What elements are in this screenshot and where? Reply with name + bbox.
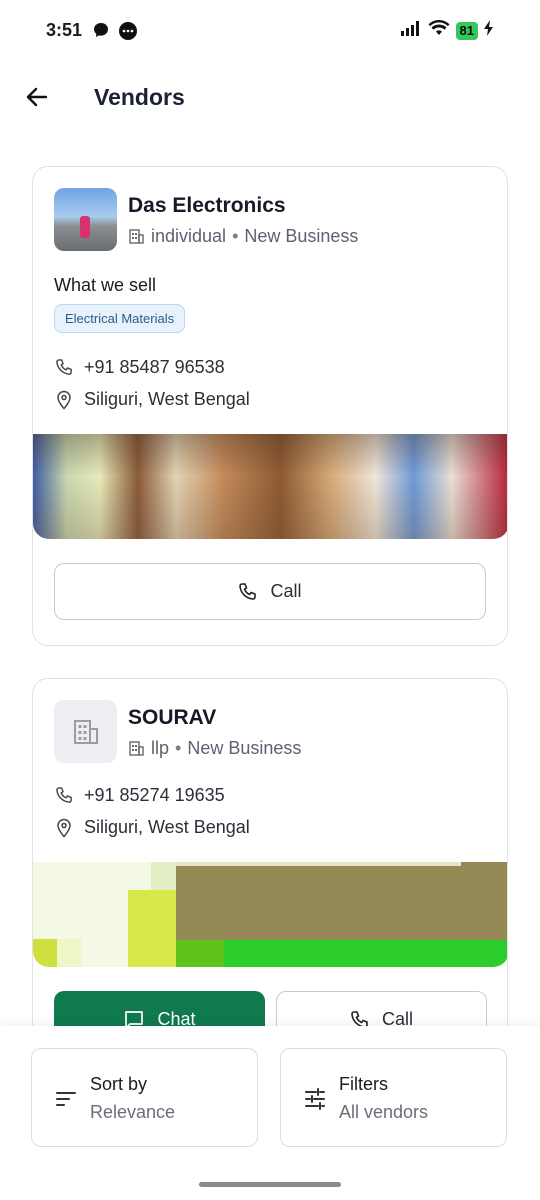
tune-icon: [303, 1087, 327, 1111]
back-button[interactable]: [20, 80, 54, 114]
notification-icons: [92, 21, 137, 40]
vendor-phone: +91 85274 19635: [84, 785, 225, 805]
meta-separator: •: [175, 738, 182, 758]
category-tag: Electrical Materials: [54, 304, 186, 333]
chat-bubble-icon: [118, 21, 137, 40]
filter-button[interactable]: Filters All vendors: [280, 1048, 507, 1147]
page-title: Vendors: [94, 84, 185, 110]
bottom-action-bar: Sort by Relevance Filters All vendors: [0, 1026, 540, 1200]
vendor-location: Siliguri, West Bengal: [84, 389, 250, 409]
wifi-icon: [428, 20, 450, 41]
vendor-type: llp: [151, 738, 170, 758]
status-indicators: 81: [400, 20, 494, 41]
sort-value: Relevance: [90, 1102, 176, 1122]
vendor-meta: individual • New Business: [128, 226, 358, 247]
vendor-phone: +91 85487 96538: [84, 357, 225, 377]
filter-label: Filters: [339, 1074, 388, 1094]
vendor-banner-image: [33, 434, 507, 539]
vendor-card[interactable]: Das Electronics individual • New Busines…: [32, 166, 508, 646]
building-icon: [129, 741, 144, 756]
phone-icon: [239, 582, 257, 600]
call-button[interactable]: Call: [54, 563, 486, 620]
phone-icon: [54, 358, 74, 378]
vendor-type: individual: [151, 226, 227, 246]
vendor-info: SOURAV llp • New Business: [128, 700, 301, 763]
messenger-icon: [92, 21, 110, 39]
vendor-banner-image: [33, 862, 507, 967]
charging-icon: [484, 20, 494, 41]
location-pin-icon: [54, 818, 74, 838]
vendor-stage: New Business: [244, 226, 359, 246]
location-row: Siliguri, West Bengal: [54, 389, 250, 410]
filter-value: All vendors: [339, 1102, 429, 1122]
vendor-info: Das Electronics individual • New Busines…: [128, 188, 358, 251]
vendor-header: SOURAV llp • New Business: [54, 700, 301, 763]
vendor-stage: New Business: [187, 738, 302, 758]
vendor-avatar: [54, 700, 117, 763]
vendor-meta: llp • New Business: [128, 738, 301, 759]
phone-row[interactable]: +91 85487 96538: [54, 357, 225, 378]
vendor-location: Siliguri, West Bengal: [84, 817, 250, 837]
vendor-name: SOURAV: [128, 706, 217, 729]
location-pin-icon: [54, 390, 74, 410]
vendor-card[interactable]: SOURAV llp • New Business +91 85274 1963…: [32, 678, 508, 1038]
sort-icon: [54, 1087, 78, 1111]
home-indicator: [199, 1182, 341, 1187]
meta-separator: •: [232, 226, 239, 246]
phone-icon: [54, 786, 74, 806]
app-header: Vendors: [0, 62, 540, 134]
call-button-label: Call: [270, 581, 302, 601]
battery-indicator: 81: [455, 21, 478, 40]
arrow-left-icon: [26, 87, 48, 107]
status-time: 3:51: [46, 20, 83, 40]
phone-row[interactable]: +91 85274 19635: [54, 785, 225, 806]
building-icon: [73, 719, 98, 744]
location-row: Siliguri, West Bengal: [54, 817, 250, 838]
vendor-avatar: [54, 188, 117, 251]
status-bar: 3:51 81: [0, 0, 540, 62]
what-we-sell-label: What we sell: [54, 275, 157, 295]
vendor-header: Das Electronics individual • New Busines…: [54, 188, 358, 251]
sort-button[interactable]: Sort by Relevance: [31, 1048, 258, 1147]
building-icon: [129, 229, 144, 244]
sort-label: Sort by: [90, 1074, 148, 1094]
signal-icon: [400, 20, 422, 41]
vendor-name: Das Electronics: [128, 194, 286, 217]
